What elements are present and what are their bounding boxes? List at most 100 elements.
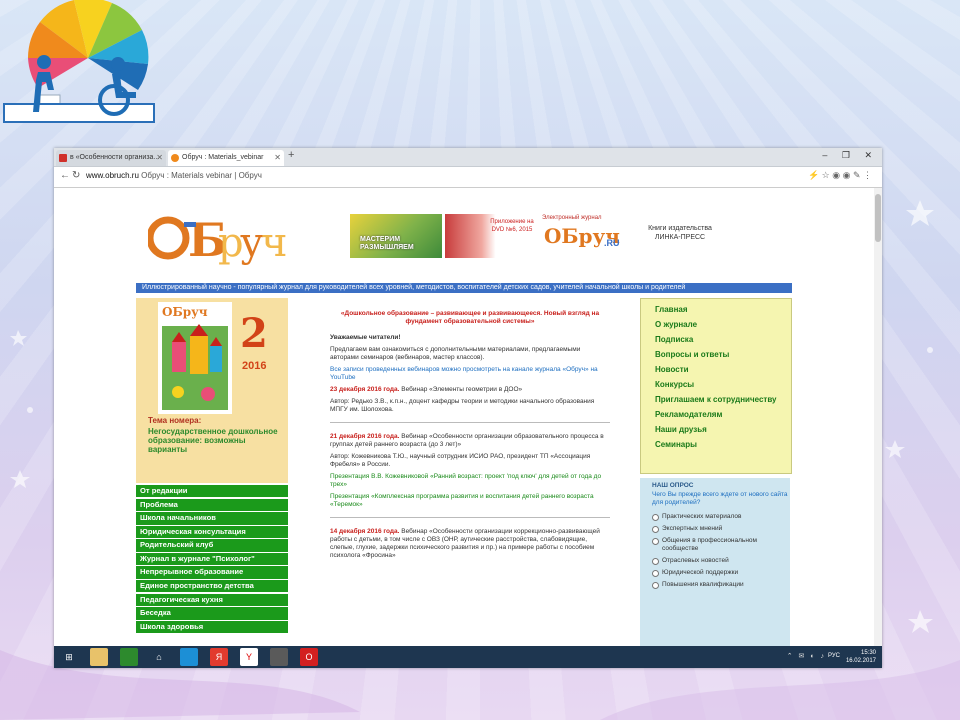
right-menu-item[interactable]: Рекламодателям — [641, 410, 791, 420]
banner-linka-press[interactable]: Книги издательства ЛИНКА-ПРЕСС — [640, 214, 720, 258]
accessibility-logo — [3, 0, 155, 123]
event-date: 21 декабря 2016 года. — [330, 433, 400, 440]
yandex-icon[interactable]: Я — [210, 648, 228, 666]
left-menu-item[interactable]: Педагогическая кухня — [136, 593, 288, 607]
tab-bar: в «Особенности организа... ✕ Обруч : Mat… — [54, 148, 882, 167]
event-title[interactable]: Вебинар «Элементы геометрии в ДОО» — [399, 386, 522, 393]
poll-option[interactable]: Отраслевых новостей — [640, 557, 790, 565]
greeting: Уважаемые читатели! — [330, 334, 401, 341]
banner-e-journal[interactable]: Электронный журнал ОБруч .RU — [540, 214, 632, 258]
tab-1-label: в «Особенности организа... — [70, 154, 160, 161]
game-icon[interactable] — [270, 648, 288, 666]
scrollbar-thumb[interactable] — [875, 194, 881, 242]
clock-date: 16.02.2017 — [845, 658, 876, 664]
page-content: Б р у ч МАСТЕРИМ РАЗМЫШЛЯЕМ Приложение н… — [54, 188, 882, 646]
right-menu-item[interactable]: Семинары — [641, 440, 791, 450]
left-menu-item[interactable]: Единое пространство детства — [136, 580, 288, 593]
obruch-icon — [171, 154, 179, 162]
browser-window: в «Особенности организа... ✕ Обруч : Mat… — [54, 148, 882, 668]
browser-toolbar-icons[interactable]: ⚡ ☆ ◉ ◉ ✎ ⋮ — [808, 170, 872, 181]
scrollbar[interactable] — [874, 188, 882, 646]
svg-text:ч: ч — [261, 220, 287, 266]
address-bar: ← ↻ www.obruch.ru Обруч : Materials vebi… — [54, 167, 882, 188]
clock-time: 15:30 — [860, 650, 876, 656]
article: «Дошкольное образование – развивающее и … — [330, 310, 610, 564]
presentation-link[interactable]: Презентация «Комплексная программа разви… — [330, 493, 610, 509]
tab-1[interactable]: в «Особенности организа... ✕ — [56, 150, 166, 166]
radio-button[interactable] — [652, 538, 659, 545]
back-arrow-icon[interactable]: ← — [60, 170, 70, 181]
system-tray-icons[interactable]: ⌃ ✉ ◐ ♪ — [787, 652, 826, 660]
store-icon[interactable] — [120, 648, 138, 666]
poll-option[interactable]: Повышения квалификации — [640, 581, 790, 589]
right-menu-item[interactable]: О журнале — [641, 320, 791, 330]
left-menu-item[interactable]: От редакции — [136, 485, 288, 498]
divider — [330, 517, 610, 518]
poll-option-label: Экспертных мнений — [662, 525, 723, 532]
left-menu-item[interactable]: Школа здоровья — [136, 620, 288, 634]
reload-icon[interactable]: ↻ — [72, 170, 80, 181]
right-menu: Главная О журнале Подписка Вопросы и отв… — [640, 298, 792, 474]
poll-option-label: Практических материалов — [662, 513, 742, 520]
radio-button[interactable] — [652, 558, 659, 565]
poll-option[interactable]: Практических материалов — [640, 513, 790, 521]
url-rest: Обруч : Materials vebinar | Обруч — [138, 171, 262, 180]
window-controls[interactable]: – ❐ ✕ — [822, 150, 878, 161]
event-author: Автор: Редько З.В., к.п.н., доцент кафед… — [330, 398, 595, 413]
right-menu-item[interactable]: Главная — [641, 305, 791, 315]
tab-2[interactable]: Обруч : Materials_vebinar ✕ — [168, 150, 284, 166]
mail-icon[interactable] — [180, 648, 198, 666]
banner-masterim-text: МАСТЕРИМ РАЗМЫШЛЯЕМ — [360, 236, 414, 251]
article-headline: «Дошкольное образование – развивающее и … — [340, 310, 600, 325]
left-menu-item[interactable]: Беседка — [136, 607, 288, 620]
new-tab-button[interactable]: + — [288, 149, 294, 161]
poll-option[interactable]: Юридической поддержки — [640, 569, 790, 577]
close-tab-icon[interactable]: ✕ — [274, 150, 281, 166]
right-menu-item[interactable]: Конкурсы — [641, 380, 791, 390]
magazine-cover[interactable]: ОБруч 2 2016 Тема номера: Негосударствен… — [136, 298, 288, 483]
file-explorer-icon[interactable] — [90, 648, 108, 666]
windows-start-icon[interactable]: ⊞ — [60, 648, 78, 666]
poll-option[interactable]: Общения в профессиональном сообществе — [640, 537, 790, 553]
radio-button[interactable] — [652, 514, 659, 521]
poll-option[interactable]: Экспертных мнений — [640, 525, 790, 533]
home-icon[interactable]: ⌂ — [150, 648, 168, 666]
taskbar: ⊞ ⌂ Я Y O ⌃ ✉ ◐ ♪ РУС 15:30 16.02.2017 — [54, 646, 882, 668]
right-menu-item[interactable]: Новости — [641, 365, 791, 375]
left-menu-item[interactable]: Непрерывное образование — [136, 566, 288, 579]
left-menu-item[interactable]: Проблема — [136, 498, 288, 511]
poll-option-label: Отраслевых новостей — [662, 557, 729, 564]
left-menu-item[interactable]: Школа начальников — [136, 512, 288, 525]
banner-linka-press-text: Книги издательства ЛИНКА-ПРЕСС — [648, 225, 712, 241]
close-tab-icon[interactable]: ✕ — [156, 150, 163, 166]
opera-icon[interactable]: O — [300, 648, 318, 666]
url-field[interactable]: www.obruch.ru Обруч : Materials vebinar … — [86, 171, 262, 180]
left-menu-item[interactable]: Родительский клуб — [136, 539, 288, 552]
left-menu-item[interactable]: Журнал в журнале "Психолог" — [136, 552, 288, 566]
right-menu-item[interactable]: Подписка — [641, 335, 791, 345]
right-menu-item[interactable]: Вопросы и ответы — [641, 350, 791, 360]
presentation-link[interactable]: Презентация В.В. Кожевниковой «Ранний во… — [330, 473, 610, 489]
radio-button[interactable] — [652, 570, 659, 577]
left-menu-item[interactable]: Юридическая консультация — [136, 525, 288, 539]
poll-option-label: Юридической поддержки — [662, 569, 739, 576]
records-note[interactable]: Все записи проведенных вебинаров можно п… — [330, 366, 610, 382]
event-date: 14 декабря 2016 года. — [330, 528, 400, 535]
radio-button[interactable] — [652, 582, 659, 589]
left-menu: От редакции Проблема Школа начальников Ю… — [136, 485, 288, 634]
clock[interactable]: 15:30 16.02.2017 — [846, 649, 876, 665]
language-indicator[interactable]: РУС — [828, 653, 840, 659]
theme-label: Тема номера: — [148, 416, 202, 425]
poll-header: НАШ ОПРОС — [652, 482, 694, 489]
event-author: Автор: Кожевникова Т.Ю., научный сотрудн… — [330, 453, 591, 468]
theme-title: Негосударственное дошкольное образование… — [148, 427, 278, 454]
obruch-logo[interactable]: Б р у ч — [148, 204, 288, 266]
poll-option-label: Повышения квалификации — [662, 581, 744, 588]
yandex-browser-icon[interactable]: Y — [240, 648, 258, 666]
right-menu-item[interactable]: Приглашаем к сотрудничеству — [641, 395, 791, 405]
radio-button[interactable] — [652, 526, 659, 533]
banner-e-journal-top: Электронный журнал — [542, 215, 602, 221]
banner-dvd[interactable]: Приложение на DVD №6, 2015 — [445, 214, 537, 258]
banner-masterim[interactable]: МАСТЕРИМ РАЗМЫШЛЯЕМ — [350, 214, 442, 258]
right-menu-item[interactable]: Наши друзья — [641, 425, 791, 435]
